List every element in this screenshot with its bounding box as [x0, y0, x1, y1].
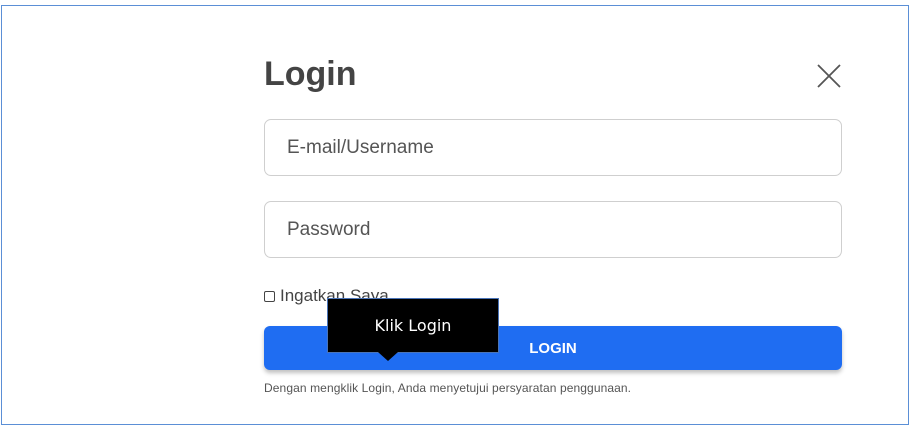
checkbox-box[interactable] — [264, 290, 275, 302]
close-icon — [817, 64, 841, 88]
dialog-title: Login — [264, 55, 357, 93]
tooltip-callout: Klik Login — [327, 298, 499, 353]
callout-pointer — [378, 352, 398, 361]
close-button[interactable] — [815, 62, 843, 90]
terms-text: Dengan mengklik Login, Anda menyetujui p… — [264, 381, 632, 395]
callout-text: Klik Login — [374, 316, 452, 335]
password-input[interactable] — [264, 201, 842, 258]
email-username-input[interactable] — [264, 119, 842, 176]
